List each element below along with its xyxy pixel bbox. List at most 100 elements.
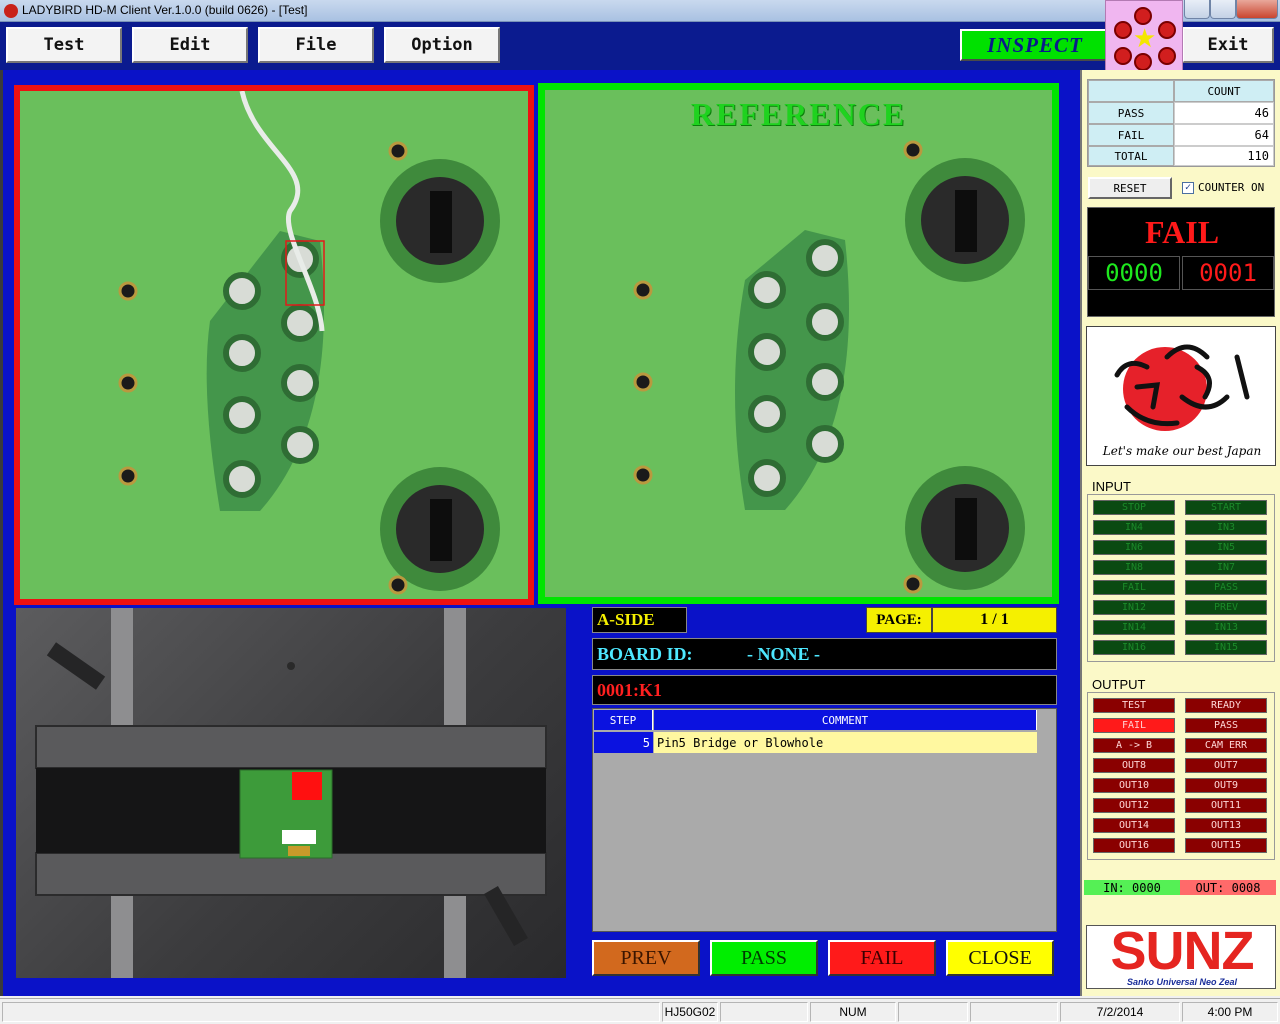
status-time: 4:00 PM	[1182, 1002, 1278, 1022]
total-count-value: 110	[1174, 146, 1274, 166]
reference-title: REFERENCE	[690, 96, 907, 132]
input-indicator: FAIL	[1093, 580, 1175, 595]
status-model: HJ50G02	[662, 1002, 718, 1022]
inspect-mode-indicator[interactable]: INSPECT	[960, 29, 1110, 61]
output-indicator: PASS	[1185, 718, 1267, 733]
output-indicator: A -> B	[1093, 738, 1175, 753]
exit-button[interactable]: Exit	[1182, 27, 1274, 63]
ladybug-icon	[1114, 47, 1132, 65]
file-menu-button[interactable]: File	[258, 27, 374, 63]
checkbox-icon[interactable]: ✓	[1182, 181, 1194, 194]
logo-caption: Let's make our best Japan	[1102, 444, 1262, 458]
maximize-button[interactable]	[1210, 0, 1236, 19]
input-indicator: START	[1185, 500, 1267, 515]
input-indicator: IN12	[1093, 600, 1175, 615]
part-id: 0001:K1	[592, 675, 1057, 705]
title-bar: LADYBIRD HD-M Client Ver.1.0.0 (build 06…	[0, 0, 1280, 22]
fail-digit-counter: 0001	[1182, 256, 1274, 290]
option-menu-button[interactable]: Option	[384, 27, 500, 63]
star-icon: ★	[1133, 23, 1157, 53]
counter-on-checkbox[interactable]: ✓ COUNTER ON	[1182, 181, 1264, 194]
board-id-value: - NONE -	[747, 644, 820, 664]
status-date: 7/2/2014	[1060, 1002, 1180, 1022]
reference-image-panel[interactable]: REFERENCE	[538, 83, 1059, 604]
brand-tagline: Sanko Universal Neo Zeal	[1126, 977, 1238, 987]
inspected-pcb-image	[20, 91, 528, 599]
status-message	[2, 1002, 660, 1022]
fail-button[interactable]: FAIL	[828, 940, 936, 976]
pass-digit-counter: 0000	[1088, 256, 1180, 290]
input-indicator: IN6	[1093, 540, 1175, 555]
input-indicator: PREV	[1185, 600, 1267, 615]
output-indicator: OUT8	[1093, 758, 1175, 773]
input-indicator: STOP	[1093, 500, 1175, 515]
output-indicator: OUT16	[1093, 838, 1175, 853]
output-indicator: OUT9	[1185, 778, 1267, 793]
counter-corner	[1088, 80, 1174, 102]
japan-logo: Let's make our best Japan	[1086, 326, 1276, 466]
result-display: FAIL 0000 0001	[1087, 207, 1275, 317]
status-empty-2	[898, 1002, 968, 1022]
output-indicator: READY	[1185, 698, 1267, 713]
status-empty-3	[970, 1002, 1058, 1022]
total-count-label: TOTAL	[1088, 146, 1174, 166]
minimize-button[interactable]	[1184, 0, 1210, 19]
count-header: COUNT	[1174, 80, 1274, 102]
input-indicator: IN15	[1185, 640, 1267, 655]
output-indicator: OUT12	[1093, 798, 1175, 813]
fail-count-label: FAIL	[1088, 124, 1174, 146]
pass-count-label: PASS	[1088, 102, 1174, 124]
reset-counter-button[interactable]: RESET	[1088, 177, 1172, 199]
reference-pcb-image	[545, 90, 1052, 597]
close-button[interactable]: CLOSE	[946, 940, 1054, 976]
ladybug-badge: ★	[1105, 0, 1183, 76]
ladybug-icon	[1134, 53, 1152, 71]
input-indicator: IN4	[1093, 520, 1175, 535]
ladybug-icon	[1158, 47, 1176, 65]
input-indicator: IN14	[1093, 620, 1175, 635]
pass-count-value: 46	[1174, 102, 1274, 124]
window-title: LADYBIRD HD-M Client Ver.1.0.0 (build 06…	[22, 3, 308, 17]
step-column-header: STEP	[594, 710, 653, 730]
output-indicator: OUT10	[1093, 778, 1175, 793]
io-status-bar: IN: 0000 OUT: 0008	[1084, 880, 1276, 895]
input-indicator: IN7	[1185, 560, 1267, 575]
output-status: OUT: 0008	[1180, 880, 1276, 895]
board-id-label: BOARD ID:	[597, 644, 693, 664]
table-row-comment[interactable]: Pin5 Bridge or Blowhole	[654, 732, 1037, 753]
input-indicator: IN16	[1093, 640, 1175, 655]
sunz-logo: SUNZ Sanko Universal Neo Zeal	[1086, 921, 1276, 989]
input-indicator: IN8	[1093, 560, 1175, 575]
status-num: NUM	[810, 1002, 896, 1022]
output-indicator: OUT7	[1185, 758, 1267, 773]
camera-overview-image[interactable]	[16, 608, 566, 978]
fail-count-value: 64	[1174, 124, 1274, 146]
comment-column-header: COMMENT	[654, 710, 1037, 730]
inspected-image-panel[interactable]	[14, 85, 534, 605]
ladybug-icon	[1158, 21, 1176, 39]
rising-sun-logo-icon	[1114, 344, 1250, 431]
input-indicator: IN3	[1185, 520, 1267, 535]
input-title: INPUT	[1092, 479, 1131, 494]
close-window-button[interactable]	[1236, 0, 1278, 19]
board-id-box: BOARD ID: - NONE -	[592, 638, 1057, 670]
pass-button[interactable]: PASS	[710, 940, 818, 976]
result-text: FAIL	[1144, 214, 1220, 250]
output-indicator: OUT11	[1185, 798, 1267, 813]
output-indicator: OUT13	[1185, 818, 1267, 833]
input-indicator: PASS	[1185, 580, 1267, 595]
edit-menu-button[interactable]: Edit	[132, 27, 248, 63]
test-menu-button[interactable]: Test	[6, 27, 122, 63]
output-indicator: CAM ERR	[1185, 738, 1267, 753]
counter-on-label: COUNTER ON	[1198, 181, 1265, 194]
step-table: STEP COMMENT 5 Pin5 Bridge or Blowhole	[592, 708, 1057, 932]
prev-button[interactable]: PREV	[592, 940, 700, 976]
page-label: PAGE:	[866, 607, 932, 633]
output-title: OUTPUT	[1092, 677, 1146, 692]
status-empty	[720, 1002, 808, 1022]
input-indicator: IN5	[1185, 540, 1267, 555]
side-indicator: A-SIDE	[592, 607, 687, 633]
output-indicator: FAIL	[1093, 718, 1175, 733]
status-bar: HJ50G02 NUM 7/2/2014 4:00 PM	[0, 998, 1280, 1024]
table-row-step[interactable]: 5	[594, 732, 653, 753]
